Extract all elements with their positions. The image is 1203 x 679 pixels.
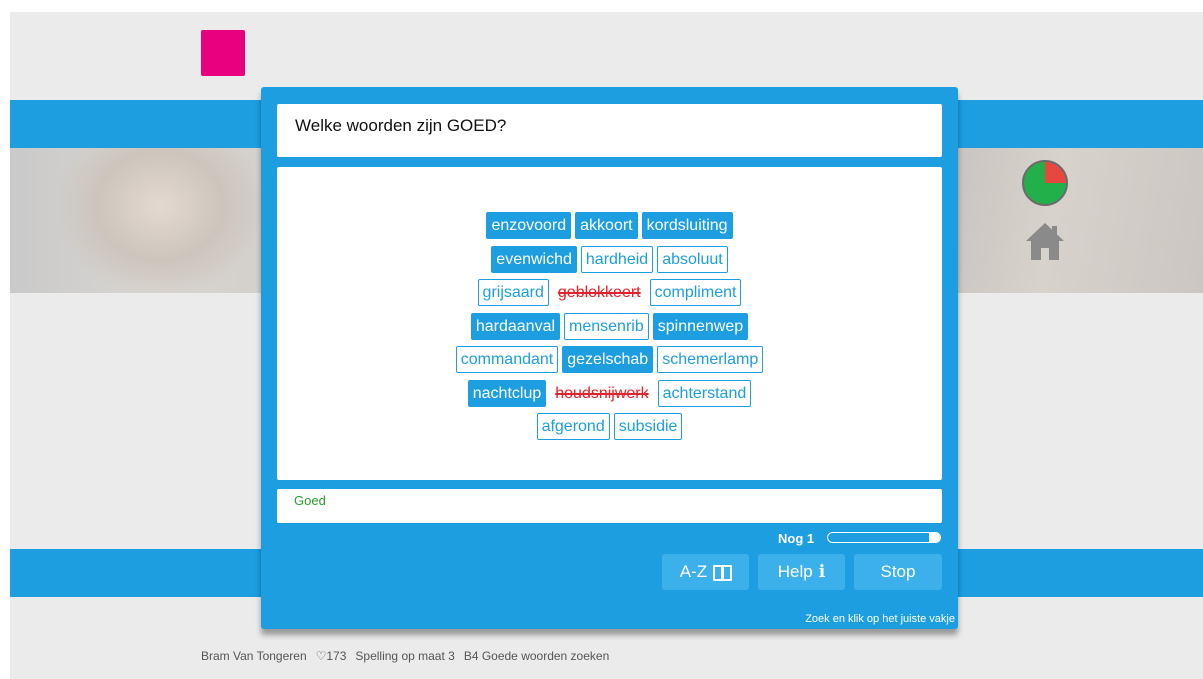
word-tile[interactable]: akkoort bbox=[575, 212, 638, 239]
stop-button[interactable]: Stop bbox=[854, 554, 942, 590]
exercise-dialog: Welke woorden zijn GOED? enzovoord akkoor… bbox=[261, 87, 958, 629]
home-icon[interactable] bbox=[1024, 220, 1066, 262]
progress-bar bbox=[827, 532, 941, 543]
instruction-hint: Zoek en klik op het juiste vakje bbox=[805, 613, 955, 625]
banner-right-image bbox=[955, 148, 1203, 293]
feedback-text: Goed bbox=[277, 489, 942, 523]
word-row: evenwichd hardheid absoluut bbox=[277, 245, 942, 280]
word-grid: enzovoord akkoort kordsluiting evenwichd har… bbox=[277, 212, 942, 447]
stop-button-label: Stop bbox=[880, 562, 916, 581]
word-tile[interactable]: hardheid bbox=[580, 245, 654, 273]
word-tile[interactable]: gezelschab bbox=[562, 346, 654, 373]
progress-fill bbox=[928, 533, 940, 542]
hearts-count: ♡173 bbox=[315, 649, 347, 663]
word-tile[interactable]: compliment bbox=[649, 279, 742, 306]
word-tile[interactable]: commandant bbox=[455, 346, 559, 373]
word-row: nachtclup houdsnijwerk achterstand bbox=[277, 379, 942, 414]
word-tile[interactable]: nachtclup bbox=[467, 379, 547, 407]
user-name: Bram Van Tongeren bbox=[201, 649, 307, 663]
word-tile[interactable]: schemerlamp bbox=[657, 346, 764, 373]
word-tile[interactable]: absoluut bbox=[657, 245, 728, 273]
help-button-label: Help bbox=[777, 562, 813, 581]
word-tile[interactable]: houdsnijwerk bbox=[550, 379, 654, 407]
word-panel: enzovoord akkoort kordsluiting evenwichd har… bbox=[277, 167, 942, 480]
word-tile[interactable]: kordsluiting bbox=[641, 212, 733, 239]
word-row: afgerond subsidie bbox=[277, 413, 942, 447]
word-tile[interactable]: achterstand bbox=[657, 379, 752, 407]
word-row: hardaanval mensenrib spinnenwep bbox=[277, 312, 942, 347]
lesson-name: B4 Goede woorden zoeken bbox=[463, 649, 610, 663]
word-tile[interactable]: enzovoord bbox=[486, 212, 572, 239]
az-dictionary-button[interactable]: A-Z bbox=[662, 554, 749, 590]
course-name: Spelling op maat 3 bbox=[355, 649, 455, 663]
info-icon: i bbox=[818, 562, 826, 582]
help-button[interactable]: Help i bbox=[758, 554, 845, 590]
brand-logo[interactable] bbox=[201, 30, 245, 76]
progress-label: Nog 1 bbox=[778, 531, 815, 546]
word-tile[interactable]: subsidie bbox=[613, 413, 683, 440]
question-text: Welke woorden zijn GOED? bbox=[277, 104, 942, 157]
word-row: enzovoord akkoort kordsluiting bbox=[277, 212, 942, 246]
score-pie-icon[interactable] bbox=[1022, 160, 1068, 206]
word-tile[interactable]: afgerond bbox=[536, 413, 610, 440]
word-tile[interactable]: geblokkeert bbox=[552, 279, 646, 306]
footer-info: Bram Van Tongeren ♡173 Spelling op maat … bbox=[201, 649, 609, 663]
word-tile[interactable]: spinnenwep bbox=[652, 312, 749, 340]
word-row: commandant gezelschab schemerlamp bbox=[277, 346, 942, 380]
word-tile[interactable]: grijsaard bbox=[477, 279, 549, 306]
word-tile[interactable]: evenwichd bbox=[491, 245, 577, 273]
az-button-label: A-Z bbox=[679, 562, 708, 581]
word-row: grijsaard geblokkeert compliment bbox=[277, 279, 942, 313]
word-tile[interactable]: hardaanval bbox=[470, 312, 561, 340]
word-tile[interactable]: mensenrib bbox=[564, 312, 649, 340]
book-icon bbox=[713, 565, 733, 581]
banner-face-image bbox=[60, 148, 260, 293]
